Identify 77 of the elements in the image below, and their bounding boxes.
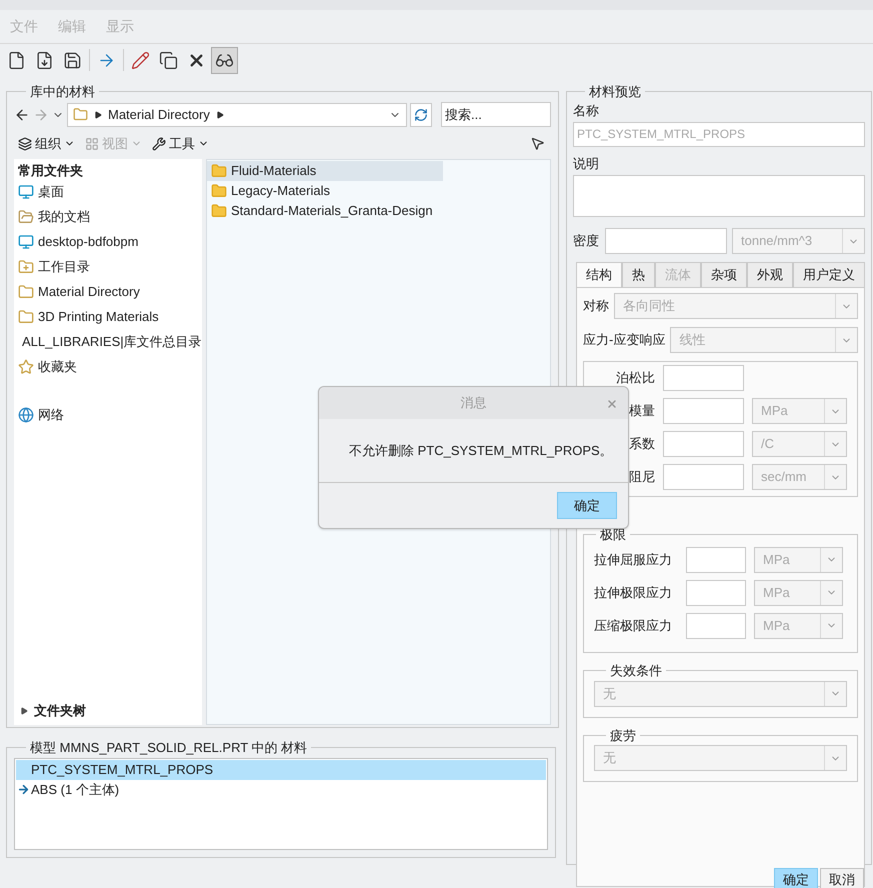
folder-item[interactable]: Fluid-Materials xyxy=(207,160,443,180)
toolbar-menu-button[interactable]: 组织 xyxy=(18,134,75,154)
description-field[interactable] xyxy=(573,174,865,216)
sidebar-item[interactable]: 我的文档 xyxy=(14,204,202,230)
toolbar-menu-button[interactable]: 工具 xyxy=(152,134,209,154)
tab[interactable]: 外观 xyxy=(747,262,793,287)
field-label: 模量 xyxy=(629,402,655,420)
input-field[interactable] xyxy=(663,365,744,391)
sidebar-item[interactable]: 桌面 xyxy=(14,180,202,204)
group-title: 库中的材料 xyxy=(29,83,96,101)
sidebar-item[interactable]: 收藏夹 xyxy=(14,354,202,380)
group-title: 失效条件 xyxy=(609,662,663,680)
input-field[interactable] xyxy=(663,431,744,457)
refresh-button[interactable] xyxy=(410,102,432,126)
breadcrumb-arrow-icon xyxy=(94,110,102,118)
grid-icon xyxy=(85,136,99,150)
sidebar-item[interactable]: Material Directory xyxy=(14,280,202,304)
dialog-button[interactable]: 确定 xyxy=(774,868,818,888)
new-file-icon xyxy=(7,50,26,70)
field-label: 泊松比 xyxy=(616,369,655,388)
breadcrumb-arrow-icon xyxy=(216,110,224,118)
field-label: 说明 xyxy=(573,154,600,172)
group-title: 极限 xyxy=(599,526,627,544)
input-field[interactable] xyxy=(686,546,746,572)
save-icon xyxy=(63,50,82,70)
folder-item[interactable]: Standard-Materials_Granta-Design xyxy=(207,200,443,220)
sidebar-item[interactable]: desktop-bdfobpm xyxy=(14,230,202,254)
input-field[interactable] xyxy=(605,228,727,254)
expand-arrow-icon xyxy=(20,706,28,715)
breadcrumb[interactable]: Material Directory xyxy=(108,104,210,124)
sidebar-item[interactable]: 工作目录 xyxy=(14,254,202,280)
back-icon[interactable] xyxy=(14,106,30,122)
material-name: ABS (1 个主体) xyxy=(31,780,120,799)
arrow-right-icon xyxy=(17,783,30,796)
field-label: 拉伸极限应力 xyxy=(594,584,673,602)
tab[interactable]: 热 xyxy=(622,262,655,287)
pencil-icon xyxy=(131,50,150,70)
tab[interactable]: 用户定义 xyxy=(793,262,865,287)
tab[interactable]: 杂项 xyxy=(701,262,747,287)
group-title: 材料预览 xyxy=(588,83,642,101)
tree-toggle[interactable]: 文件夹树 xyxy=(14,701,202,720)
sidebar-item[interactable]: ALL_LIBRARIES|库文件总目录 xyxy=(14,330,202,354)
wrench-icon xyxy=(152,136,166,150)
sidebar-item[interactable]: 3D Printing Materials xyxy=(14,304,202,330)
sidebar-heading: 常用文件夹 xyxy=(17,162,84,180)
field-label: 压缩极限应力 xyxy=(594,616,673,635)
group-title: 疲劳 xyxy=(609,726,637,744)
field-label: 对称 xyxy=(583,297,609,316)
input-field[interactable] xyxy=(686,612,746,638)
layers-icon xyxy=(18,136,32,150)
sidebar-item[interactable]: 网络 xyxy=(14,402,202,428)
file-drop-icon xyxy=(35,50,54,70)
input-field[interactable] xyxy=(663,398,744,424)
material-name: PTC_SYSTEM_MTRL_PROPS xyxy=(31,760,214,779)
refresh-icon xyxy=(414,108,428,122)
material-item[interactable]: ABS (1 个主体) xyxy=(16,780,546,800)
search-field[interactable]: 搜索... xyxy=(441,102,551,127)
field-label: 拉伸屈服应力 xyxy=(594,550,673,569)
dialog-title: 消息 xyxy=(460,394,486,412)
group-title: 模型 MMNS_PART_SOLID_REL.PRT 中的 材料 xyxy=(29,739,308,757)
field-label: 阻尼 xyxy=(629,468,655,486)
folder-item[interactable]: Legacy-Materials xyxy=(207,180,443,200)
ok-button[interactable]: 确定 xyxy=(557,492,617,519)
help-cursor-icon[interactable] xyxy=(530,136,545,151)
input-field[interactable] xyxy=(663,464,744,490)
tab[interactable]: 结构 xyxy=(576,262,622,287)
field-label: 名称 xyxy=(573,102,600,120)
field-label: 系数 xyxy=(629,435,655,454)
input-field[interactable] xyxy=(686,580,746,606)
copy-icon xyxy=(159,50,178,70)
dialog-button[interactable]: 取消 xyxy=(820,868,864,888)
path-field[interactable]: Material Directory xyxy=(67,102,407,126)
material-item[interactable]: PTC_SYSTEM_MTRL_PROPS xyxy=(16,760,546,780)
field-label: 密度 xyxy=(573,232,600,250)
error-message: 不允许删除 PTC_SYSTEM_MTRL_PROPS。 xyxy=(349,442,613,460)
toolbar-button[interactable] xyxy=(211,46,238,74)
field-label: 应力-应变响应 xyxy=(583,331,666,350)
